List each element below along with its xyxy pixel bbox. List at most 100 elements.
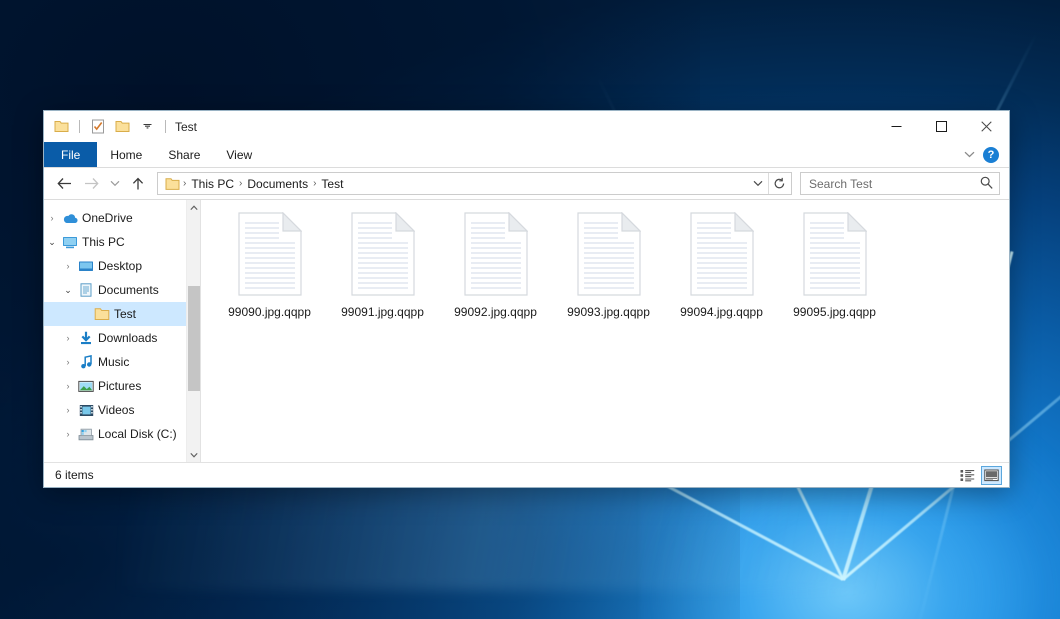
refresh-icon[interactable]	[769, 173, 789, 194]
chevron-down-icon[interactable]: ⌄	[44, 237, 60, 248]
sidebar-item-this-pc[interactable]: ⌄ This PC	[44, 230, 200, 254]
breadcrumb-item-documents[interactable]: Documents	[243, 177, 312, 191]
file-name-label: 99092.jpg.qqpp	[454, 305, 537, 319]
tab-home[interactable]: Home	[97, 142, 155, 167]
tab-file[interactable]: File	[44, 142, 97, 167]
desktop-icon	[76, 260, 96, 273]
search-icon[interactable]	[980, 176, 993, 192]
search-input[interactable]: Search Test	[809, 177, 872, 191]
file-list-pane[interactable]: 99090.jpg.qqpp 99091.j	[201, 200, 1009, 462]
chevron-right-icon[interactable]: ›	[60, 333, 76, 343]
chevron-right-icon[interactable]: ›	[60, 381, 76, 391]
documents-icon	[76, 283, 96, 297]
file-name-label: 99094.jpg.qqpp	[680, 305, 763, 319]
large-icons-view-button[interactable]	[981, 466, 1002, 485]
scroll-down-icon[interactable]	[187, 447, 201, 462]
up-button[interactable]	[126, 172, 150, 196]
sidebar-item-label: Desktop	[96, 259, 142, 273]
sidebar-item-music[interactable]: › Music	[44, 350, 200, 374]
desktop[interactable]: Test File Home Share View	[0, 0, 1060, 619]
file-name-label: 99095.jpg.qqpp	[793, 305, 876, 319]
title-bar[interactable]: Test	[44, 111, 1009, 142]
chevron-right-icon[interactable]: ›	[44, 213, 60, 223]
chevron-right-icon[interactable]: ›	[60, 357, 76, 367]
quick-access-toolbar[interactable]	[52, 117, 168, 136]
address-bar-controls[interactable]	[748, 173, 789, 194]
sidebar-item-pictures[interactable]: › Pictures	[44, 374, 200, 398]
chevron-down-icon[interactable]: ⌄	[60, 285, 76, 296]
onedrive-icon	[60, 213, 80, 224]
ribbon-tab-strip[interactable]: File Home Share View ?	[44, 142, 1009, 168]
recent-locations-button[interactable]	[106, 172, 123, 196]
generic-document-icon	[351, 212, 415, 296]
view-mode-buttons[interactable]	[957, 466, 1002, 485]
file-item[interactable]: 99095.jpg.qqpp	[778, 208, 891, 325]
navigation-pane[interactable]: › OneDrive ⌄	[44, 200, 201, 462]
file-grid: 99090.jpg.qqpp 99091.j	[201, 208, 1009, 325]
sidebar-item-label: Documents	[96, 283, 159, 297]
navigation-bar[interactable]: › This PC › Documents › Test	[44, 168, 1009, 199]
chevron-right-icon[interactable]: ›	[60, 405, 76, 415]
tab-share[interactable]: Share	[155, 142, 213, 167]
local-disk-icon	[76, 428, 96, 441]
search-box[interactable]: Search Test	[800, 172, 1000, 195]
scroll-up-icon[interactable]	[187, 200, 201, 215]
videos-icon	[76, 404, 96, 417]
file-item[interactable]: 99092.jpg.qqpp	[439, 208, 552, 325]
generic-document-icon	[238, 212, 302, 296]
breadcrumb-item-this-pc[interactable]: This PC	[187, 177, 238, 191]
sidebar-item-label: Videos	[96, 403, 134, 417]
file-item[interactable]: 99094.jpg.qqpp	[665, 208, 778, 325]
file-explorer-window[interactable]: Test File Home Share View	[43, 110, 1010, 488]
sidebar-item-local-disk-c[interactable]: › Local Disk (C:)	[44, 422, 200, 446]
music-icon	[76, 355, 96, 369]
forward-button[interactable]	[79, 172, 103, 196]
chevron-down-icon[interactable]	[964, 149, 975, 161]
sidebar-item-label: Pictures	[96, 379, 141, 393]
generic-document-icon	[464, 212, 528, 296]
details-view-button[interactable]	[957, 466, 978, 485]
wallpaper-sheen	[120, 470, 880, 590]
ribbon-right-controls[interactable]: ?	[964, 142, 1009, 167]
chevron-down-icon[interactable]	[138, 117, 157, 136]
folder-icon	[92, 307, 112, 321]
file-name-label: 99093.jpg.qqpp	[567, 305, 650, 319]
breadcrumb-item-test[interactable]: Test	[317, 177, 347, 191]
sidebar-item-label: Downloads	[96, 331, 157, 345]
sidebar-item-downloads[interactable]: › Downloads	[44, 326, 200, 350]
generic-document-icon	[577, 212, 641, 296]
window-title: Test	[175, 120, 197, 134]
back-button[interactable]	[52, 172, 76, 196]
tab-view[interactable]: View	[213, 142, 265, 167]
scrollbar-thumb[interactable]	[188, 286, 200, 391]
downloads-icon	[76, 331, 96, 345]
address-bar[interactable]: › This PC › Documents › Test	[157, 172, 792, 195]
close-button[interactable]	[964, 111, 1009, 142]
this-pc-icon	[60, 236, 80, 249]
sidebar-scrollbar[interactable]	[186, 200, 200, 462]
chevron-right-icon[interactable]: ›	[60, 261, 76, 271]
item-count-label: 6 items	[55, 468, 94, 482]
folder-icon[interactable]	[52, 117, 71, 136]
sidebar-item-test[interactable]: Test	[44, 302, 200, 326]
address-dropdown-icon[interactable]	[748, 173, 768, 194]
file-item[interactable]: 99090.jpg.qqpp	[213, 208, 326, 325]
sidebar-item-label: This PC	[80, 235, 125, 249]
sidebar-item-videos[interactable]: › Videos	[44, 398, 200, 422]
sidebar-item-label: Music	[96, 355, 129, 369]
window-controls[interactable]	[874, 111, 1009, 142]
minimize-button[interactable]	[874, 111, 919, 142]
qat-separator	[165, 120, 166, 133]
sidebar-item-onedrive[interactable]: › OneDrive	[44, 206, 200, 230]
maximize-button[interactable]	[919, 111, 964, 142]
file-item[interactable]: 99093.jpg.qqpp	[552, 208, 665, 325]
sidebar-item-documents[interactable]: ⌄ Documents	[44, 278, 200, 302]
properties-icon[interactable]	[88, 117, 107, 136]
breadcrumb-folder-icon[interactable]	[163, 177, 182, 191]
new-folder-icon[interactable]	[113, 117, 132, 136]
help-icon[interactable]: ?	[983, 147, 999, 163]
sidebar-item-label: Test	[112, 307, 136, 321]
sidebar-item-desktop[interactable]: › Desktop	[44, 254, 200, 278]
file-item[interactable]: 99091.jpg.qqpp	[326, 208, 439, 325]
chevron-right-icon[interactable]: ›	[60, 429, 76, 439]
